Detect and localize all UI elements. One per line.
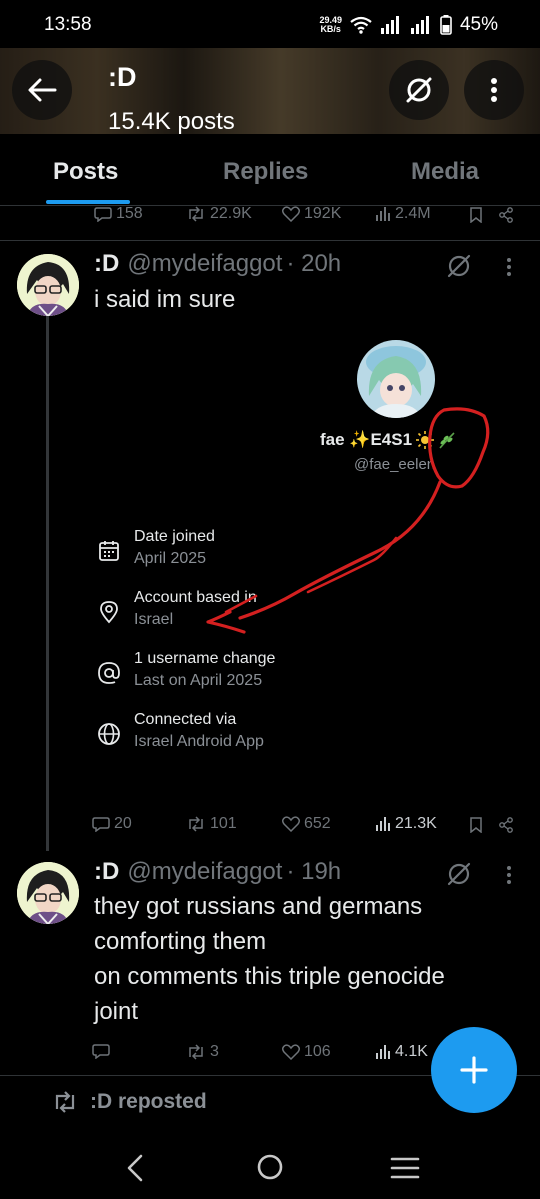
globe-icon [96,721,122,747]
grok-icon[interactable] [446,253,472,279]
profile-tabs: Posts Replies Media [0,134,540,206]
grok-button[interactable] [389,60,449,120]
repost-button[interactable]: 101 [186,815,237,833]
like-button[interactable]: 192K [282,206,341,223]
avatar[interactable] [17,862,79,924]
grok-icon [404,75,434,105]
tab-media[interactable]: Media [411,158,479,186]
signal-icon [380,16,402,34]
annotation-circle-arrow [206,407,490,634]
post-time: · 19h [286,858,342,885]
post-meta: :D @mydeifaggot · 20h [94,250,341,278]
plus-icon [459,1055,489,1085]
about-date-joined: Date joined April 2025 [96,528,215,568]
tab-posts[interactable]: Posts [53,158,118,186]
more-vertical-icon [490,77,498,103]
grok-icon[interactable] [446,861,472,887]
like-button[interactable]: 106 [282,1043,331,1061]
reply-button[interactable]: 20 [92,815,132,833]
status-bar: 13:58 29.49 KB/s 45% [0,0,540,48]
like-button[interactable]: 652 [282,815,331,833]
wifi-icon [350,16,372,34]
at-icon [96,660,122,686]
repost-indicator: :D reposted [52,1090,207,1114]
repost-button[interactable]: 22.9K [186,206,252,223]
user-handle[interactable]: @mydeifaggot [127,250,282,278]
arrow-left-icon [27,77,57,103]
post-meta: :D @mydeifaggot · 19h [94,858,341,886]
avatar[interactable] [17,254,79,316]
views-button[interactable]: 4.1K [375,1043,428,1061]
reply-button[interactable]: 158 [94,206,143,223]
display-name[interactable]: :D [94,858,119,886]
header-title: :D [108,62,137,92]
views-button[interactable]: 2.4M [375,206,431,223]
active-tab-indicator [46,200,130,204]
prev-post-actions: 158 22.9K 192K 2.4M [0,206,540,226]
bookmark-icon[interactable] [469,817,483,833]
bookmark-icon[interactable] [469,207,483,223]
views-button[interactable]: 21.3K [375,815,437,833]
post-text: they got russians and germans comforting… [94,893,445,1025]
nav-home-button[interactable] [256,1153,284,1181]
post-text: i said im sure [94,286,236,313]
calendar-icon [96,538,122,564]
more-vertical-icon[interactable] [506,257,512,277]
reply-button[interactable] [92,1043,114,1059]
header-post-count: 15.4K posts [108,108,235,134]
display-name[interactable]: :D [94,250,119,278]
signal-icon [410,16,432,34]
network-speed: 29.49 KB/s [319,15,342,34]
battery-percent: 45% [459,14,498,35]
post-time: · 20h [286,250,342,277]
share-icon[interactable] [498,817,514,833]
nav-back-button[interactable] [126,1154,144,1182]
more-options-button[interactable] [464,60,524,120]
status-time: 13:58 [44,14,92,35]
about-connected-via: Connected via Israel Android App [96,711,264,751]
compose-post-button[interactable] [431,1027,517,1113]
status-indicators: 29.49 KB/s 45% [319,14,498,36]
user-handle[interactable]: @mydeifaggot [127,858,282,886]
repost-icon [52,1091,78,1113]
repost-button[interactable]: 3 [186,1043,219,1061]
tab-replies[interactable]: Replies [223,158,308,186]
repost-label: :D reposted [90,1090,207,1113]
system-navigation-bar [0,1136,540,1199]
profile-header: :D 15.4K posts [0,48,540,134]
battery-icon [440,15,452,35]
about-username-change: 1 username change Last on April 2025 [96,650,275,690]
location-icon [96,599,122,625]
back-button[interactable] [12,60,72,120]
share-icon[interactable] [498,207,514,223]
nav-recents-button[interactable] [390,1156,420,1180]
post[interactable]: :D @mydeifaggot · 20h i said im sure fae… [0,240,540,852]
more-vertical-icon[interactable] [506,865,512,885]
